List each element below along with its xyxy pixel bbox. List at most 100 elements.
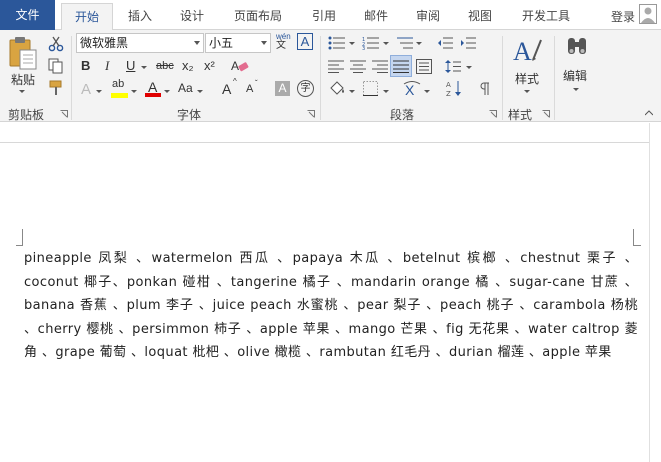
grow-font-caret-icon: ^ bbox=[233, 77, 237, 86]
styles-button-label[interactable]: 样式 bbox=[515, 70, 539, 87]
text-effects-dropdown-arrow[interactable] bbox=[96, 90, 102, 93]
page-edge bbox=[649, 123, 650, 462]
styles-dialog-launcher-icon[interactable] bbox=[542, 110, 550, 118]
highlight-button[interactable]: ab bbox=[112, 78, 124, 90]
svg-text:3: 3 bbox=[362, 46, 365, 50]
styles-dropdown-arrow[interactable] bbox=[524, 90, 530, 93]
header-boundary-line bbox=[0, 142, 649, 143]
clipboard-group-label: 剪贴板 bbox=[8, 108, 45, 122]
styles-icon[interactable]: A bbox=[513, 34, 543, 66]
line-spacing-icon[interactable] bbox=[445, 59, 461, 74]
shrink-font-caret-icon: ˇ bbox=[255, 79, 258, 88]
underline-button[interactable]: U bbox=[126, 58, 135, 73]
shading-dropdown-arrow[interactable] bbox=[349, 90, 355, 93]
phonetic-guide-button[interactable]: wén 文 bbox=[276, 32, 291, 51]
tab-page-layout[interactable]: 页面布局 bbox=[224, 6, 292, 30]
paste-dropdown-arrow[interactable] bbox=[19, 90, 25, 93]
font-size-dropdown-arrow[interactable] bbox=[261, 41, 267, 45]
italic-button[interactable]: I bbox=[105, 58, 109, 74]
format-painter-icon[interactable] bbox=[48, 80, 64, 96]
clipboard-dialog-launcher-icon[interactable] bbox=[60, 110, 68, 118]
multilevel-list-dropdown-arrow[interactable] bbox=[416, 42, 422, 45]
editing-button-label[interactable]: 编辑 bbox=[563, 67, 587, 84]
paste-button-label[interactable]: 粘贴 bbox=[11, 71, 35, 88]
group-separator bbox=[71, 36, 72, 120]
enclose-characters-button[interactable]: 字 bbox=[297, 80, 314, 97]
font-color-swatch bbox=[145, 93, 161, 97]
font-dialog-launcher-icon[interactable] bbox=[307, 110, 315, 118]
bullets-icon[interactable] bbox=[328, 36, 346, 50]
login-link[interactable]: 登录 bbox=[611, 8, 635, 25]
tab-developer[interactable]: 开发工具 bbox=[510, 6, 582, 30]
numbering-icon[interactable]: 1 2 3 bbox=[362, 36, 380, 50]
character-border-button[interactable]: A bbox=[297, 33, 313, 50]
superscript-button[interactable]: x² bbox=[204, 58, 215, 73]
highlight-dropdown-arrow[interactable] bbox=[131, 90, 137, 93]
ribbon: 粘贴 剪贴板 微软雅黑 小五 wén文 A B I U abc x₂ x² A bbox=[0, 30, 661, 122]
justify-icon bbox=[393, 60, 409, 73]
copy-icon[interactable] bbox=[48, 58, 64, 74]
tab-view[interactable]: 视图 bbox=[458, 6, 502, 30]
bullets-dropdown-arrow[interactable] bbox=[349, 42, 355, 45]
shrink-font-button[interactable]: A bbox=[246, 83, 253, 95]
borders-icon[interactable] bbox=[363, 81, 378, 96]
paragraph-group-label: 段落 bbox=[390, 108, 415, 122]
svg-text:A: A bbox=[513, 37, 532, 66]
tab-file[interactable]: 文件 bbox=[0, 0, 55, 30]
svg-text:Z: Z bbox=[446, 90, 451, 97]
strikethrough-button[interactable]: abc bbox=[156, 60, 174, 72]
font-name-dropdown-arrow[interactable] bbox=[194, 41, 200, 45]
paragraph-dialog-launcher-icon[interactable] bbox=[489, 110, 497, 118]
align-left-icon[interactable] bbox=[328, 60, 344, 73]
increase-indent-icon[interactable] bbox=[460, 36, 476, 50]
bold-button[interactable]: B bbox=[81, 58, 90, 73]
user-account-icon[interactable] bbox=[639, 4, 657, 24]
font-group-label: 字体 bbox=[177, 108, 202, 122]
cut-icon[interactable] bbox=[48, 36, 64, 52]
tab-review[interactable]: 审阅 bbox=[406, 6, 450, 30]
decrease-indent-icon[interactable] bbox=[437, 36, 453, 50]
sort-icon[interactable]: AZ bbox=[446, 80, 462, 97]
numbering-dropdown-arrow[interactable] bbox=[383, 42, 389, 45]
grow-font-button[interactable]: A bbox=[222, 81, 231, 97]
clear-formatting-icon[interactable]: A bbox=[231, 58, 249, 74]
character-shading-button[interactable]: A bbox=[275, 81, 290, 96]
document-body-text[interactable]: pineapple 凤梨 、watermelon 西瓜 、papaya 木瓜 、… bbox=[24, 247, 638, 365]
tab-references[interactable]: 引用 bbox=[302, 6, 346, 30]
tab-insert[interactable]: 插入 bbox=[118, 6, 162, 30]
highlight-color-swatch bbox=[111, 93, 128, 98]
distributed-icon[interactable] bbox=[416, 59, 432, 74]
justify-button[interactable] bbox=[390, 55, 412, 77]
underline-dropdown-arrow[interactable] bbox=[141, 66, 147, 69]
margin-corner-mark-right bbox=[633, 229, 641, 246]
align-center-icon[interactable] bbox=[350, 60, 366, 73]
change-case-button[interactable]: Aa bbox=[178, 81, 193, 95]
chinese-layout-dropdown-arrow[interactable] bbox=[424, 90, 430, 93]
multilevel-list-icon[interactable] bbox=[396, 36, 414, 50]
font-size-value: 小五 bbox=[209, 36, 234, 50]
tab-mailings[interactable]: 邮件 bbox=[354, 6, 398, 30]
chinese-layout-icon[interactable]: X bbox=[403, 81, 421, 97]
svg-text:A: A bbox=[446, 81, 451, 89]
line-spacing-dropdown-arrow[interactable] bbox=[466, 66, 472, 69]
borders-dropdown-arrow[interactable] bbox=[383, 90, 389, 93]
find-binoculars-icon[interactable] bbox=[566, 35, 588, 59]
font-color-dropdown-arrow[interactable] bbox=[164, 90, 170, 93]
group-separator bbox=[554, 36, 555, 120]
subscript-button[interactable]: x₂ bbox=[182, 58, 194, 73]
tab-design[interactable]: 设计 bbox=[170, 6, 214, 30]
text-effects-button[interactable]: A bbox=[81, 81, 91, 98]
font-size-combobox[interactable]: 小五 bbox=[205, 33, 271, 53]
font-name-combobox[interactable]: 微软雅黑 bbox=[76, 33, 204, 53]
align-right-icon[interactable] bbox=[372, 60, 388, 73]
tab-home[interactable]: 开始 bbox=[61, 3, 113, 31]
shading-icon[interactable] bbox=[328, 81, 346, 97]
styles-group-label: 样式 bbox=[508, 108, 533, 122]
svg-text:A: A bbox=[231, 59, 239, 73]
paste-icon[interactable] bbox=[8, 36, 38, 70]
group-separator bbox=[502, 36, 503, 120]
change-case-dropdown-arrow[interactable] bbox=[197, 90, 203, 93]
editing-dropdown-arrow[interactable] bbox=[573, 88, 579, 91]
collapse-ribbon-icon[interactable] bbox=[645, 110, 653, 116]
show-paragraph-marks-icon[interactable] bbox=[478, 82, 492, 96]
